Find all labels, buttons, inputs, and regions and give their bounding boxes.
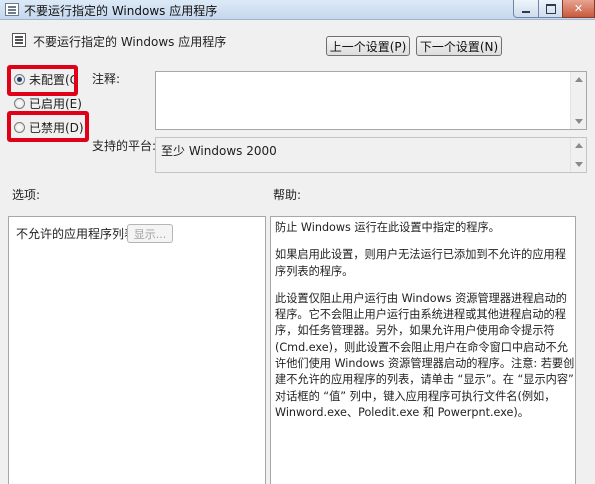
- maximize-button[interactable]: [538, 0, 563, 18]
- highlight-disabled: [7, 111, 89, 142]
- radio-enabled[interactable]: 已启用(E): [14, 94, 82, 112]
- options-panel: 不允许的应用程序列表: [8, 216, 266, 484]
- help-paragraph: 防止 Windows 运行在此设置中指定的程序。: [275, 221, 500, 234]
- help-text: 防止 Windows 运行在此设置中指定的程序。 如果启用此设置，则用户无法运行…: [275, 220, 575, 432]
- comment-scrollbar[interactable]: [570, 72, 586, 129]
- radio-label: 已启用(E): [29, 96, 82, 111]
- disallowed-apps-label: 不允许的应用程序列表: [16, 227, 137, 241]
- window-title: 不要运行指定的 Windows 应用程序: [24, 4, 218, 18]
- scroll-up-icon[interactable]: [575, 143, 583, 148]
- platform-box: 至少 Windows 2000: [155, 137, 587, 173]
- scroll-down-icon[interactable]: [575, 119, 583, 124]
- help-section-label: 帮助:: [273, 188, 302, 202]
- platform-value: 至少 Windows 2000: [161, 144, 277, 158]
- platform-label: 支持的平台:: [92, 139, 157, 153]
- scroll-down-icon[interactable]: [575, 162, 583, 167]
- show-button[interactable]: 显示...: [127, 224, 173, 243]
- setting-title: 不要运行指定的 Windows 应用程序: [33, 35, 227, 49]
- policy-setting-icon: [12, 33, 26, 47]
- comment-label: 注释:: [92, 72, 121, 86]
- previous-setting-button[interactable]: 上一个设置(P): [326, 36, 410, 56]
- comment-textarea[interactable]: [155, 71, 587, 130]
- help-paragraph: 此设置仅阻止用户运行由 Windows 资源管理器进程启动的程序。它不会阻止用户…: [275, 291, 575, 419]
- minimize-button[interactable]: [513, 0, 539, 18]
- policy-icon: [5, 3, 19, 16]
- close-button[interactable]: ✕: [562, 0, 595, 18]
- options-section-label: 选项:: [12, 188, 41, 202]
- platform-scrollbar[interactable]: [570, 138, 586, 172]
- scroll-up-icon[interactable]: [575, 77, 583, 82]
- next-setting-button[interactable]: 下一个设置(N): [416, 36, 502, 56]
- title-bar: 不要运行指定的 Windows 应用程序 ✕: [0, 0, 595, 20]
- help-paragraph: 如果启用此设置，则用户无法运行已添加到不允许的应用程序列表的程序。: [275, 248, 566, 278]
- highlight-not-configured: [7, 65, 78, 96]
- help-scrollbar[interactable]: [576, 216, 595, 484]
- radio-button[interactable]: [14, 97, 25, 109]
- help-panel: 防止 Windows 运行在此设置中指定的程序。 如果启用此设置，则用户无法运行…: [270, 216, 576, 484]
